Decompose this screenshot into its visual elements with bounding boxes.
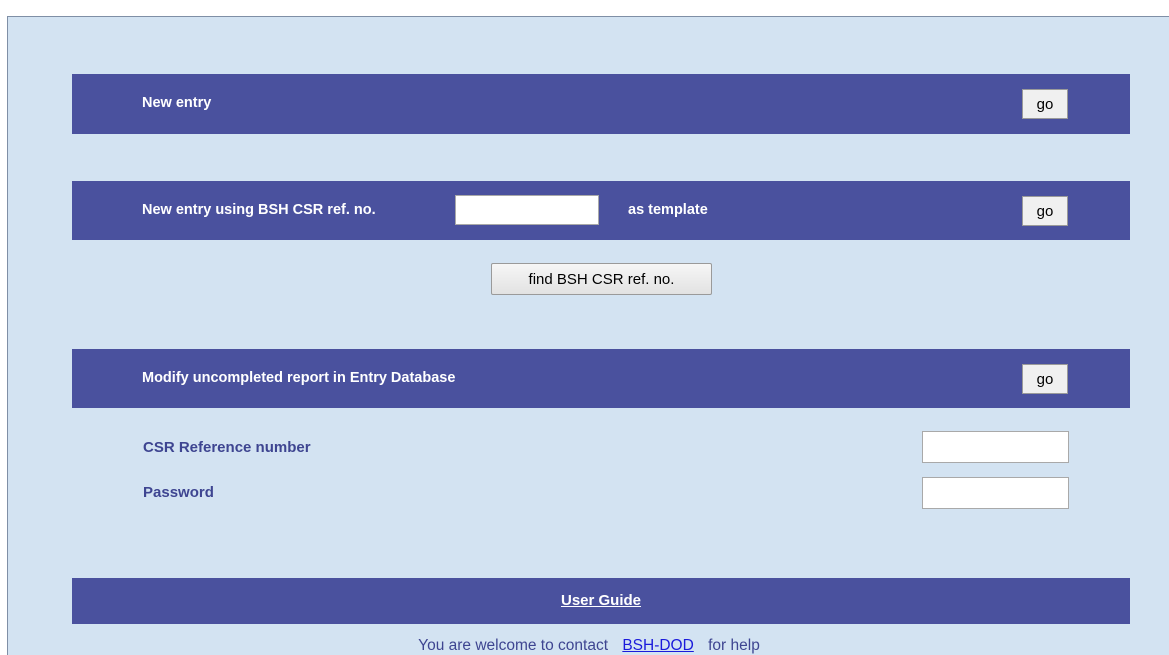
user-guide-bar: User Guide bbox=[72, 578, 1130, 624]
new-entry-bar: New entry go bbox=[72, 74, 1130, 134]
template-suffix-label: as template bbox=[628, 202, 708, 218]
new-entry-go-button[interactable]: go bbox=[1022, 89, 1068, 119]
find-ref-button[interactable]: find BSH CSR ref. no. bbox=[491, 263, 712, 295]
modify-report-label: Modify uncompleted report in Entry Datab… bbox=[142, 370, 456, 386]
password-label: Password bbox=[143, 484, 214, 501]
contact-line: You are welcome to contact BSH-DOD for h… bbox=[8, 637, 1169, 655]
template-entry-label: New entry using BSH CSR ref. no. bbox=[142, 202, 376, 218]
contact-text-after: for help bbox=[708, 637, 760, 654]
main-panel: New entry go New entry using BSH CSR ref… bbox=[7, 16, 1169, 655]
csr-ref-input[interactable] bbox=[922, 431, 1069, 463]
template-ref-input[interactable] bbox=[455, 195, 599, 225]
password-input[interactable] bbox=[922, 477, 1069, 509]
new-entry-label: New entry bbox=[142, 95, 212, 111]
modify-report-go-button[interactable]: go bbox=[1022, 364, 1068, 394]
contact-link[interactable]: BSH-DOD bbox=[622, 637, 693, 654]
template-entry-go-button[interactable]: go bbox=[1022, 196, 1068, 226]
template-entry-bar: New entry using BSH CSR ref. no. as temp… bbox=[72, 181, 1130, 240]
csr-ref-label: CSR Reference number bbox=[143, 439, 311, 456]
modify-report-bar: Modify uncompleted report in Entry Datab… bbox=[72, 349, 1130, 408]
user-guide-link[interactable]: User Guide bbox=[72, 592, 1130, 609]
contact-text-before: You are welcome to contact bbox=[418, 637, 609, 654]
